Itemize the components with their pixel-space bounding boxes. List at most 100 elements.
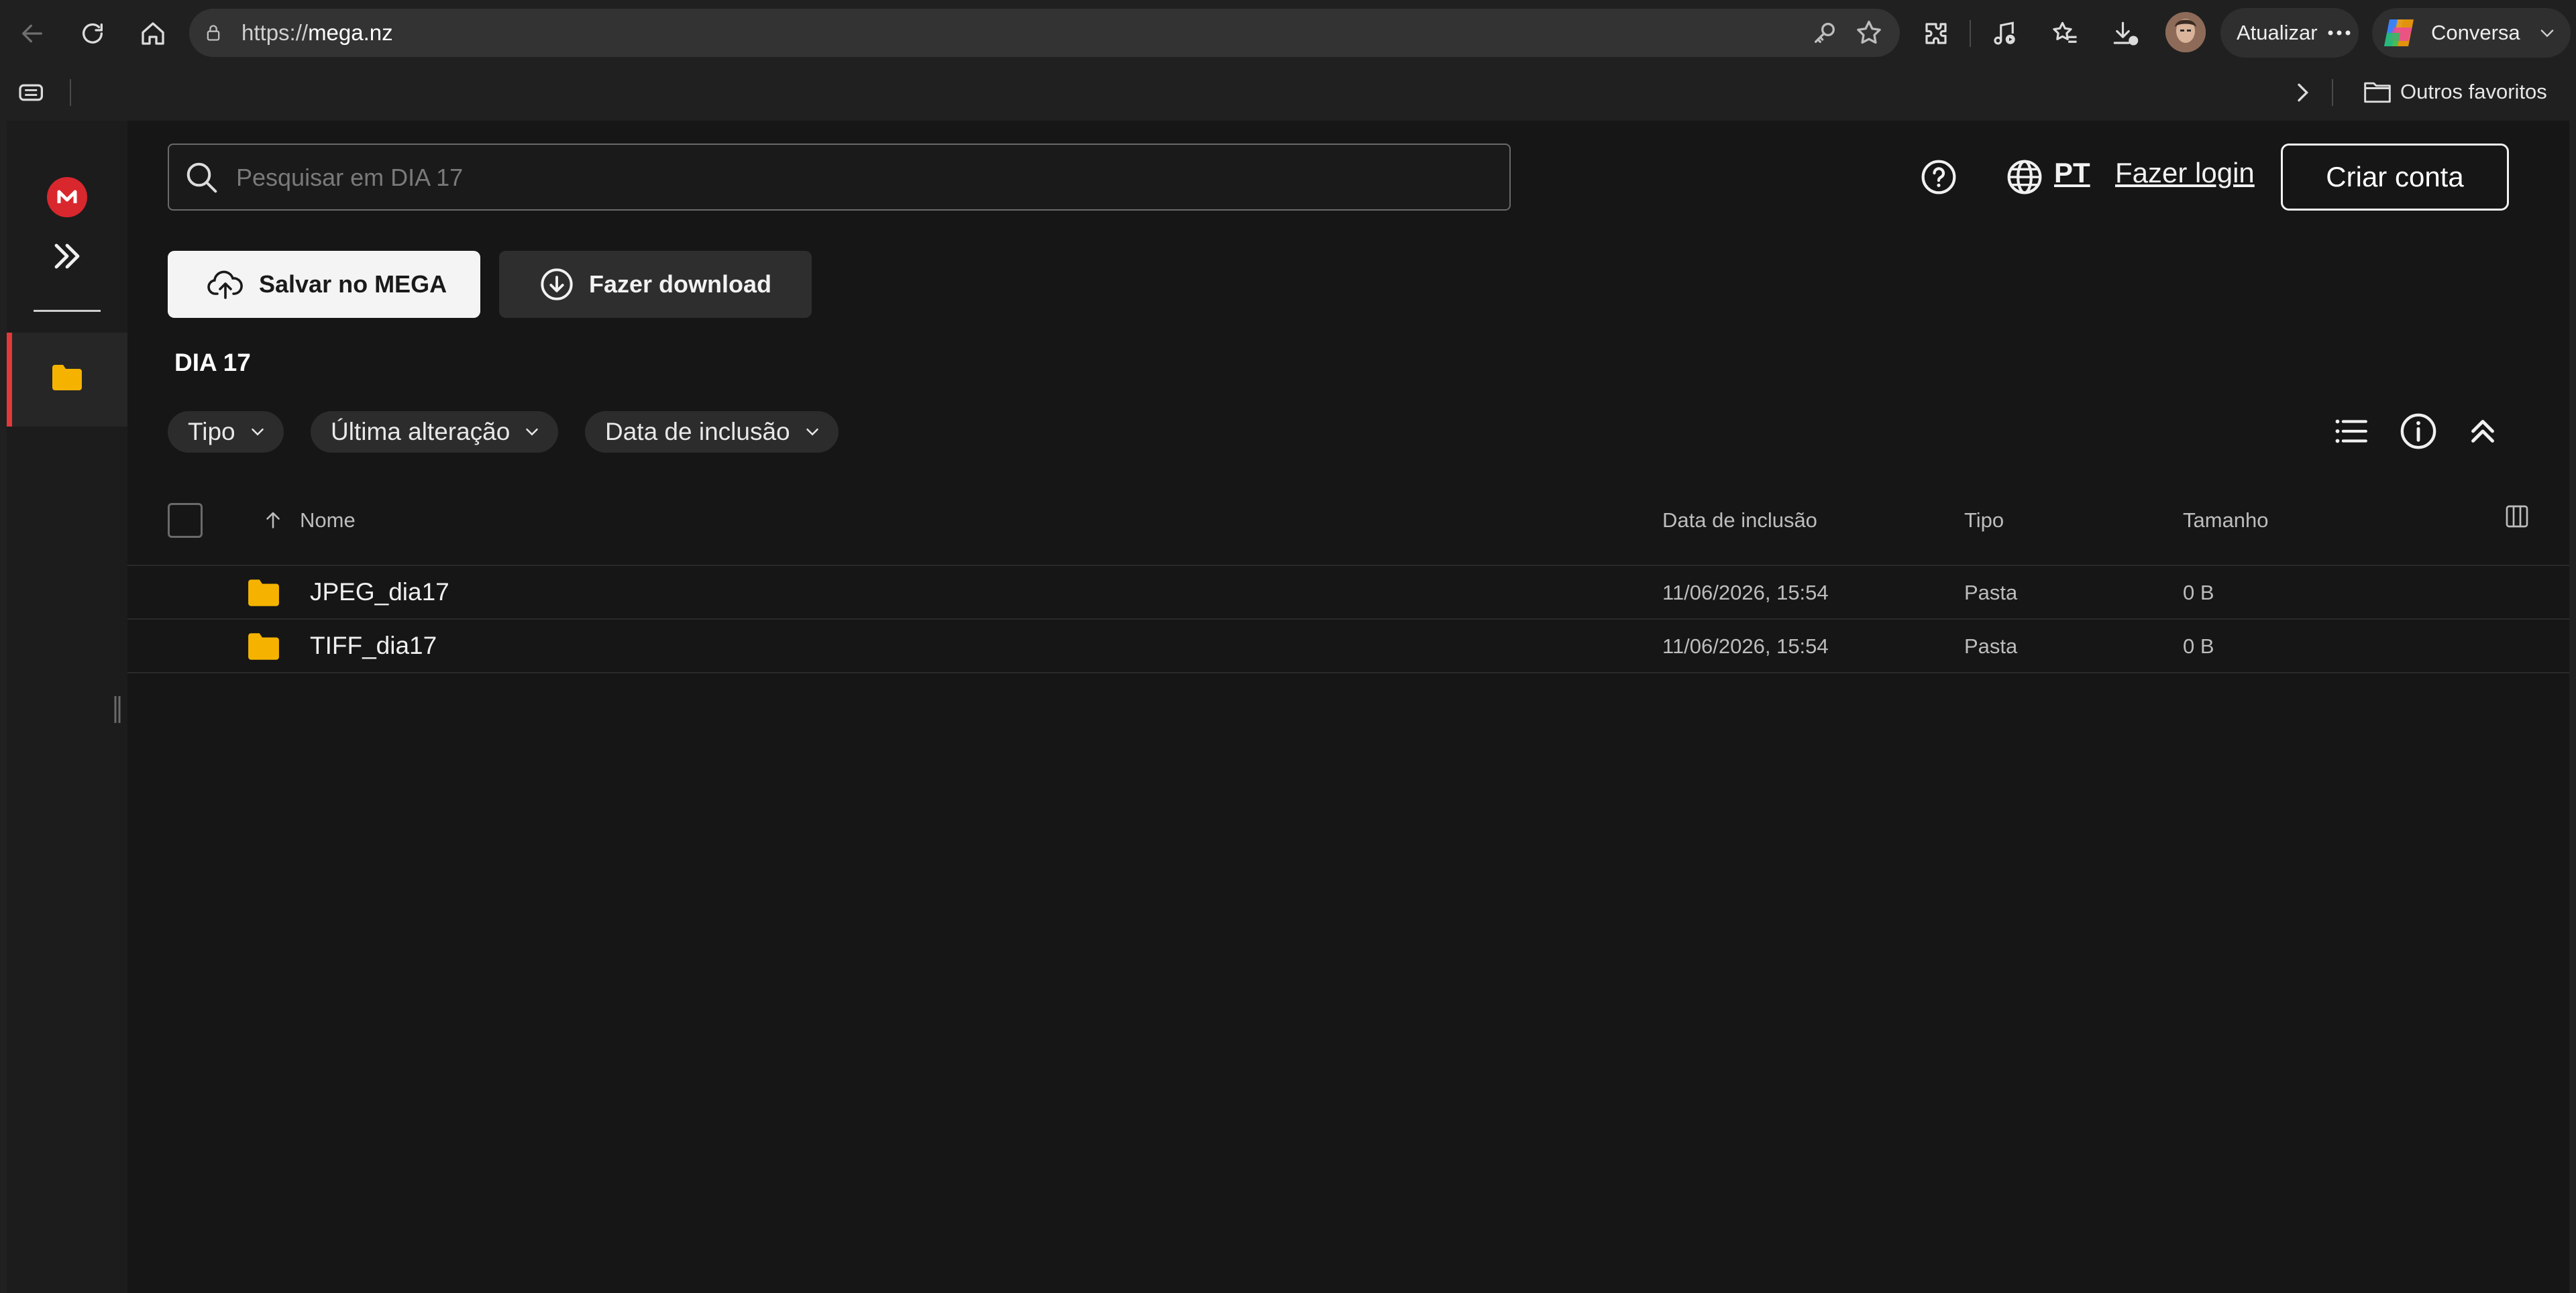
row-name[interactable]: TIFF_dia17 <box>310 632 437 660</box>
star-icon[interactable] <box>1854 18 1884 48</box>
column-type[interactable]: Tipo <box>1964 508 2004 532</box>
favorites-separator <box>70 79 71 106</box>
search-box[interactable] <box>168 144 1511 211</box>
help-button[interactable] <box>1920 158 1957 196</box>
mega-logo-icon <box>57 190 77 203</box>
sidebar-divider <box>34 310 101 312</box>
column-size[interactable]: Tamanho <box>2183 508 2269 532</box>
row-size: 0 B <box>2183 581 2214 604</box>
column-date-added[interactable]: Data de inclusão <box>1662 508 1817 532</box>
row-type: Pasta <box>1964 634 2018 658</box>
favorites-bar: Outros favoritos <box>0 66 2576 119</box>
chevron-down-icon <box>806 429 818 436</box>
sidebar-rail <box>7 121 127 1293</box>
help-icon <box>1921 160 1956 194</box>
signup-button[interactable]: Criar conta <box>2281 144 2509 211</box>
filter-date-added[interactable]: Data de inclusão <box>585 411 839 453</box>
folder-icon <box>248 579 279 606</box>
update-label: Atualizar <box>2237 21 2318 44</box>
mega-app: PT Fazer login Criar conta Salvar no MEG… <box>7 121 2569 1293</box>
collapse-icon <box>2471 420 2494 443</box>
list-view-button[interactable] <box>2332 412 2371 451</box>
lock-icon[interactable] <box>204 23 223 42</box>
folder-icon <box>52 365 82 390</box>
downloads-button[interactable] <box>2106 15 2144 52</box>
chevron-down-icon <box>2540 30 2554 38</box>
profile-avatar[interactable] <box>2165 12 2206 52</box>
copilot-label: Conversa <box>2431 21 2520 44</box>
home-button[interactable] <box>136 16 170 51</box>
sidebar-item-cloud-drive[interactable] <box>7 333 127 427</box>
breadcrumb: DIA 17 <box>174 349 251 376</box>
save-to-mega-button[interactable]: Salvar no MEGA <box>168 251 480 318</box>
row-date-added: 11/06/2026, 15:54 <box>1662 581 1829 604</box>
other-favorites-label: Outros favoritos <box>2400 80 2547 103</box>
copilot-button[interactable]: Conversa <box>2372 8 2571 58</box>
expand-sidebar-button[interactable] <box>48 240 86 272</box>
back-icon <box>22 24 42 43</box>
browser-toolbar: https://mega.nz Atualizar Conversa <box>0 0 2576 66</box>
info-icon <box>2400 413 2436 449</box>
save-to-mega-label: Salvar no MEGA <box>259 270 447 298</box>
filter-type[interactable]: Tipo <box>168 411 284 453</box>
sort-up-icon[interactable] <box>262 508 284 531</box>
favorites-button[interactable] <box>2046 15 2084 52</box>
chevron-right-icon <box>2298 83 2309 102</box>
globe-icon <box>2007 160 2042 194</box>
download-button[interactable]: Fazer download <box>499 251 812 318</box>
extensions-button[interactable] <box>1917 15 1955 52</box>
favorites-icon <box>2053 21 2077 43</box>
chevron-down-icon <box>251 429 264 436</box>
login-link[interactable]: Fazer login <box>2115 157 2255 189</box>
collapse-button[interactable] <box>2463 412 2502 451</box>
back-button[interactable] <box>15 16 50 51</box>
chevron-down-icon <box>526 429 539 436</box>
filter-type-label: Tipo <box>188 418 235 445</box>
key-icon[interactable] <box>1811 19 1838 46</box>
select-all-checkbox[interactable] <box>168 503 203 538</box>
table-header: Nome Data de inclusão Tipo Tamanho <box>127 483 2569 566</box>
filter-last-modified-label: Última alteração <box>331 418 511 445</box>
home-icon <box>142 22 164 45</box>
filter-last-modified[interactable]: Última alteração <box>311 411 559 453</box>
active-indicator <box>7 333 12 427</box>
extensions-icon <box>1925 23 1947 44</box>
favorites-separator-2 <box>2332 79 2333 106</box>
row-date-added: 11/06/2026, 15:54 <box>1662 634 1829 658</box>
download-circle-icon <box>541 268 573 300</box>
folder-icon <box>2364 82 2391 103</box>
download-icon <box>2113 21 2139 46</box>
toolbar-separator <box>1970 20 1971 47</box>
language-code[interactable]: PT <box>2054 157 2090 189</box>
sidebar-resize-handle[interactable] <box>113 695 122 724</box>
table-row[interactable]: TIFF_dia17 11/06/2026, 15:54 Pasta 0 B <box>127 620 2569 673</box>
expand-icon <box>54 243 80 269</box>
filter-date-added-label: Data de inclusão <box>605 418 790 445</box>
media-button[interactable] <box>1986 15 2023 52</box>
folder-icon <box>248 633 279 660</box>
url-text[interactable]: https://mega.nz <box>241 9 393 57</box>
favorites-more-button[interactable] <box>2289 79 2316 106</box>
address-bar[interactable]: https://mega.nz <box>189 9 1900 57</box>
cloud-upload-icon <box>207 270 243 299</box>
media-icon <box>1994 21 2015 45</box>
columns-icon[interactable] <box>2504 503 2530 530</box>
row-name[interactable]: JPEG_dia17 <box>310 578 449 606</box>
copilot-icon <box>2384 19 2414 46</box>
row-type: Pasta <box>1964 581 2018 604</box>
search-input[interactable] <box>235 145 1485 211</box>
mega-logo[interactable] <box>47 177 87 217</box>
more-icon <box>2328 30 2351 36</box>
refresh-button[interactable] <box>75 16 110 51</box>
other-favorites-folder[interactable]: Outros favoritos <box>2363 79 2547 105</box>
row-size: 0 B <box>2183 634 2214 658</box>
download-label: Fazer download <box>589 270 772 298</box>
url-scheme: https:// <box>241 20 309 45</box>
column-name[interactable]: Nome <box>300 508 356 532</box>
language-button[interactable] <box>2006 158 2043 196</box>
update-button[interactable]: Atualizar <box>2220 8 2359 58</box>
tab-actions-button[interactable] <box>17 80 47 105</box>
info-button[interactable] <box>2399 412 2438 451</box>
search-icon <box>186 162 217 193</box>
table-row[interactable]: JPEG_dia17 11/06/2026, 15:54 Pasta 0 B <box>127 566 2569 620</box>
